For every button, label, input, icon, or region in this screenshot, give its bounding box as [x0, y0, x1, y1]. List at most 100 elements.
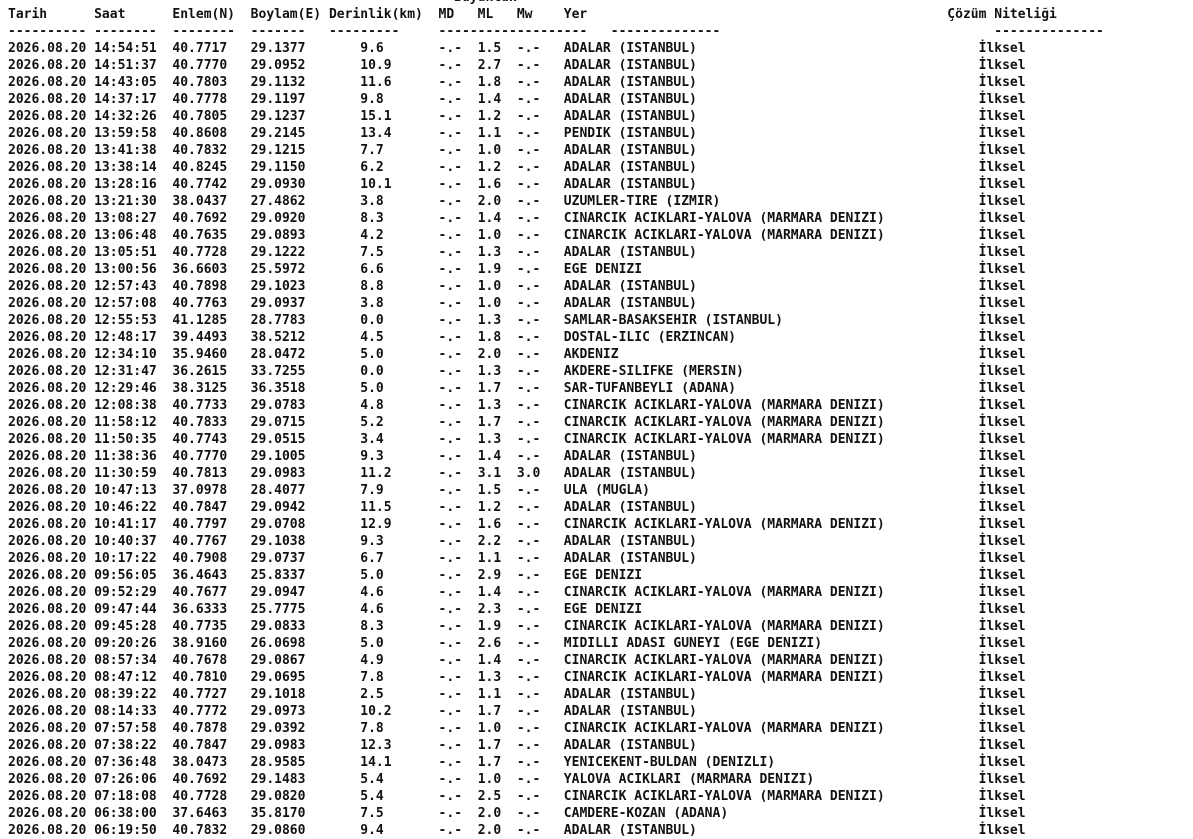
cell-md: -.-	[438, 670, 463, 685]
cell-time: 06:19:50	[94, 823, 157, 838]
cell-longitude: 29.0708	[250, 517, 306, 532]
cell-depth: 8.3	[360, 211, 384, 226]
cell-latitude: 40.7635	[172, 228, 228, 243]
cell-location: EGE DENIZI	[563, 568, 643, 583]
cell-mw: -.-	[516, 177, 541, 192]
cell-latitude: 40.7770	[172, 58, 228, 73]
cell-latitude: 38.3125	[172, 381, 228, 396]
cell-longitude: 33.7255	[250, 364, 306, 379]
cell-depth: 7.9	[360, 483, 384, 498]
cell-longitude: 29.0952	[250, 58, 306, 73]
cell-longitude: 29.1018	[250, 687, 306, 702]
cell-ml: 2.6	[477, 636, 502, 651]
table-row: 2026.08.20 11:58:12 40.7833 29.0715 5.2 …	[8, 414, 1104, 431]
cell-solution: İlksel	[978, 466, 1026, 481]
cell-ml: 1.0	[477, 143, 502, 158]
cell-date: 2026.08.20	[8, 755, 87, 770]
table-row: 2026.08.20 10:41:17 40.7797 29.0708 12.9…	[8, 516, 1104, 533]
cell-longitude: 28.7783	[250, 313, 306, 328]
cell-longitude: 29.0893	[250, 228, 306, 243]
cell-longitude: 25.5972	[250, 262, 306, 277]
cell-md: -.-	[438, 262, 463, 277]
cell-latitude: 40.7778	[172, 92, 228, 107]
cell-latitude: 40.7717	[172, 41, 228, 56]
cell-date: 2026.08.20	[8, 279, 87, 294]
cell-ml: 2.9	[477, 568, 502, 583]
cell-longitude: 29.0973	[250, 704, 306, 719]
cell-mw: -.-	[516, 483, 541, 498]
cell-longitude: 25.8337	[250, 568, 306, 583]
cell-longitude: 29.0983	[250, 738, 306, 753]
cell-mw: -.-	[516, 806, 541, 821]
cell-md: -.-	[438, 126, 463, 141]
cell-latitude: 40.7847	[172, 738, 228, 753]
cell-date: 2026.08.20	[8, 194, 87, 209]
cell-solution: İlksel	[978, 211, 1026, 226]
cell-time: 07:38:22	[94, 738, 157, 753]
cell-md: -.-	[438, 279, 463, 294]
cell-longitude: 29.0930	[250, 177, 306, 192]
cell-latitude: 38.0437	[172, 194, 228, 209]
cell-depth: 5.0	[360, 347, 384, 362]
cell-ml: 1.4	[477, 653, 502, 668]
cell-depth: 7.8	[360, 670, 384, 685]
cell-solution: İlksel	[978, 58, 1026, 73]
cell-md: -.-	[438, 449, 463, 464]
cell-date: 2026.08.20	[8, 109, 87, 124]
cell-depth: 14.1	[360, 755, 392, 770]
table-row: 2026.08.20 10:40:37 40.7767 29.1038 9.3 …	[8, 533, 1104, 550]
cell-md: -.-	[438, 806, 463, 821]
cell-latitude: 36.2615	[172, 364, 228, 379]
header-date: Tarih	[8, 7, 48, 22]
table-row: 2026.08.20 13:06:48 40.7635 29.0893 4.2 …	[8, 227, 1104, 244]
cell-time: 07:26:06	[94, 772, 157, 787]
cell-solution: İlksel	[978, 738, 1026, 753]
cell-time: 13:41:38	[94, 143, 157, 158]
cell-md: -.-	[438, 228, 463, 243]
cell-date: 2026.08.20	[8, 704, 87, 719]
cell-location: PENDIK (ISTANBUL)	[563, 126, 697, 141]
cell-mw: -.-	[516, 432, 541, 447]
cell-date: 2026.08.20	[8, 228, 87, 243]
cell-latitude: 40.7728	[172, 789, 228, 804]
cell-solution: İlksel	[978, 381, 1026, 396]
cell-mw: -.-	[516, 41, 541, 56]
cell-mw: -.-	[516, 75, 541, 90]
cell-location: ADALAR (ISTANBUL)	[563, 109, 697, 124]
cell-depth: 0.0	[360, 313, 384, 328]
cell-time: 09:20:26	[94, 636, 157, 651]
cell-location: ADALAR (ISTANBUL)	[563, 245, 697, 260]
cell-longitude: 29.1197	[250, 92, 306, 107]
cell-depth: 2.5	[360, 687, 384, 702]
cell-md: -.-	[438, 313, 463, 328]
cell-time: 13:06:48	[94, 228, 157, 243]
cell-location: CINARCIK ACIKLARI-YALOVA (MARMARA DENIZI…	[563, 211, 885, 226]
cell-md: -.-	[438, 653, 463, 668]
cell-longitude: 36.3518	[250, 381, 306, 396]
cell-solution: İlksel	[978, 92, 1026, 107]
cell-solution: İlksel	[978, 279, 1026, 294]
cell-time: 11:50:35	[94, 432, 157, 447]
cell-latitude: 40.7733	[172, 398, 228, 413]
cell-ml: 1.0	[477, 228, 502, 243]
cell-md: -.-	[438, 245, 463, 260]
cell-time: 10:46:22	[94, 500, 157, 515]
cell-md: -.-	[438, 755, 463, 770]
cell-location: ADALAR (ISTANBUL)	[563, 449, 697, 464]
cell-location: CINARCIK ACIKLARI-YALOVA (MARMARA DENIZI…	[563, 670, 885, 685]
cell-ml: 1.4	[477, 211, 502, 226]
cell-time: 13:05:51	[94, 245, 157, 260]
cell-location: CINARCIK ACIKLARI-YALOVA (MARMARA DENIZI…	[563, 228, 885, 243]
cell-longitude: 29.0515	[250, 432, 306, 447]
cell-depth: 4.5	[360, 330, 384, 345]
cell-time: 12:29:46	[94, 381, 157, 396]
cell-depth: 11.6	[360, 75, 392, 90]
cell-mw: -.-	[516, 296, 541, 311]
cell-mw: -.-	[516, 364, 541, 379]
cell-location: CINARCIK ACIKLARI-YALOVA (MARMARA DENIZI…	[563, 653, 885, 668]
table-row: 2026.08.20 09:45:28 40.7735 29.0833 8.3 …	[8, 618, 1104, 635]
cell-ml: 1.2	[477, 500, 502, 515]
cell-time: 13:59:58	[94, 126, 157, 141]
cell-solution: İlksel	[978, 602, 1026, 617]
cell-date: 2026.08.20	[8, 738, 87, 753]
